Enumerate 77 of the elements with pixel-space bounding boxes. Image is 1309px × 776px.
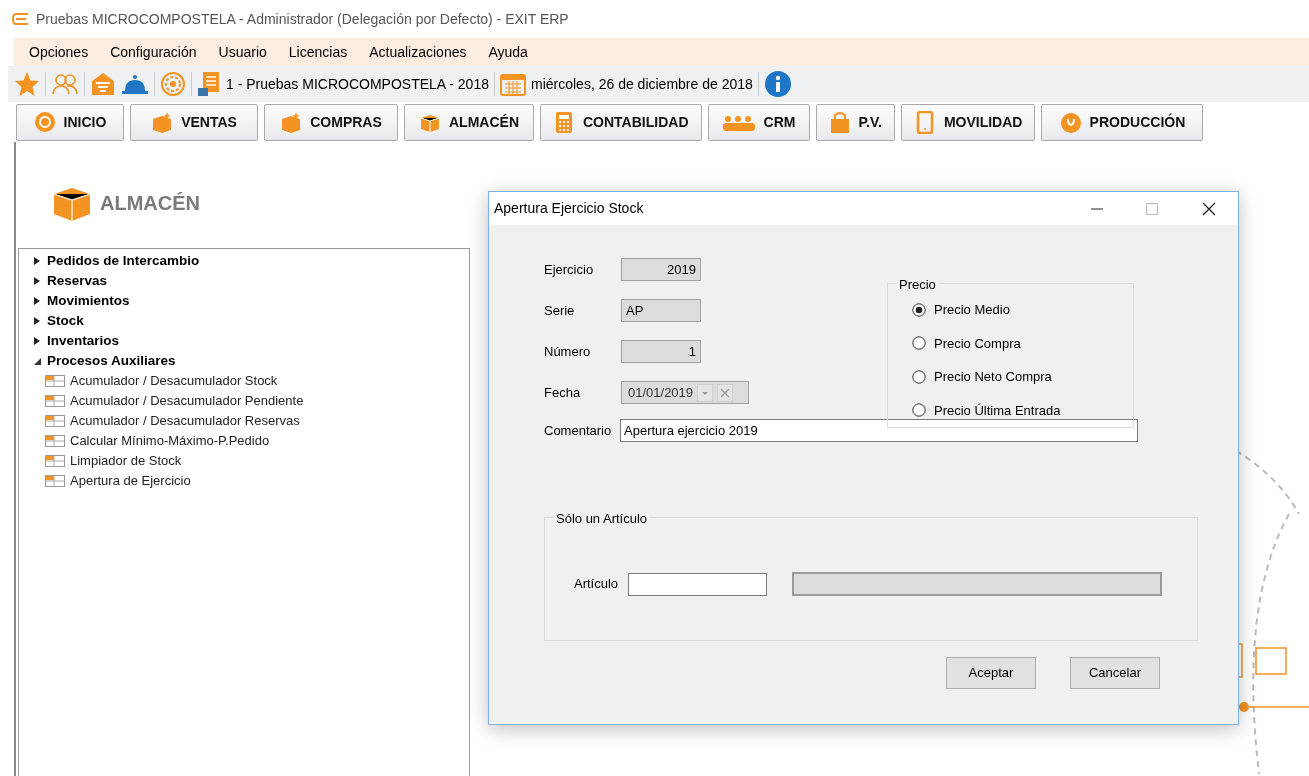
- field-label: Ejercicio: [544, 260, 595, 279]
- field-label: Serie: [544, 301, 576, 320]
- form-icon: [45, 375, 65, 387]
- readonly-field[interactable]: 1: [621, 340, 701, 363]
- radio-label[interactable]: Precio Neto Compra: [934, 367, 1052, 387]
- form-icon: [45, 415, 65, 427]
- close-icon[interactable]: [1202, 201, 1216, 216]
- readonly-field[interactable]: AP: [621, 299, 701, 322]
- module-button[interactable]: PRODUCCIÓN: [1041, 104, 1204, 141]
- date-value: 01/01/2019: [628, 383, 694, 402]
- expand-arrow-icon[interactable]: [33, 336, 42, 346]
- menu-item[interactable]: Opciones: [18, 41, 100, 63]
- radio-label[interactable]: Precio Compra: [934, 333, 1021, 353]
- expand-arrow-icon[interactable]: [33, 276, 42, 286]
- tree-item[interactable]: Acumulador / Desacumulador Stock: [70, 371, 278, 391]
- menu-item[interactable]: Actualizaciones: [358, 41, 478, 63]
- menu-item[interactable]: Configuración: [99, 41, 208, 63]
- field-label: Artículo: [574, 575, 619, 594]
- tree-item[interactable]: Inventarios: [47, 330, 120, 352]
- module-button[interactable]: MOVILIDAD: [900, 104, 1036, 141]
- star-icon[interactable]: [14, 71, 40, 97]
- dialog-title: Apertura Ejercicio Stock: [494, 199, 645, 218]
- app-logo-icon: [12, 12, 30, 26]
- radio-button[interactable]: [912, 302, 926, 317]
- tree-item[interactable]: Acumulador / Desacumulador Reservas: [70, 411, 300, 431]
- form-icon: [45, 395, 65, 407]
- dialog-button[interactable]: Cancelar: [1070, 657, 1160, 689]
- bag-icon: [828, 111, 851, 134]
- expand-arrow-icon[interactable]: [33, 256, 42, 266]
- calculator-icon: [553, 111, 575, 134]
- comment-field[interactable]: Apertura ejercicio 2019: [620, 419, 1138, 442]
- tree-item[interactable]: Acumulador / Desacumulador Pendiente: [70, 391, 304, 411]
- company-label: 1 - Pruebas MICROCOMPOSTELA - 2018: [226, 74, 489, 94]
- radio-button[interactable]: [912, 369, 926, 384]
- section-title: ALMACÉN: [100, 191, 200, 216]
- expand-arrow-icon[interactable]: [33, 296, 42, 306]
- module-button[interactable]: CRM: [707, 104, 810, 141]
- window-title: Pruebas MICROCOMPOSTELA - Administrador (Delegación por Defecto) - EXIT ERP: [36, 9, 569, 29]
- tree-item[interactable]: Reservas: [47, 270, 108, 292]
- module-button[interactable]: VENTAS: [130, 104, 258, 141]
- module-button[interactable]: P.V.: [815, 104, 895, 141]
- tree-item[interactable]: Pedidos de Intercambio: [47, 250, 200, 272]
- form-icon: [45, 475, 65, 487]
- envelope-icon[interactable]: [90, 71, 116, 97]
- info-icon[interactable]: [763, 70, 792, 98]
- module-button[interactable]: CONTABILIDAD: [540, 104, 702, 141]
- box-icon: [151, 111, 174, 134]
- radio-button[interactable]: [912, 336, 926, 351]
- field-label: Fecha: [544, 383, 582, 402]
- module-button[interactable]: INICIO: [16, 104, 124, 141]
- tree-item[interactable]: Stock: [47, 310, 84, 332]
- date-label: miércoles, 26 de diciembre de 2018: [531, 74, 753, 94]
- field-label: Comentario: [544, 421, 613, 440]
- tree-item[interactable]: Calcular Mínimo-Máximo-P.Pedido: [70, 431, 270, 451]
- module-button[interactable]: COMPRAS: [264, 104, 398, 141]
- tree-item[interactable]: Apertura de Ejercicio: [70, 471, 191, 491]
- menu-item[interactable]: Ayuda: [477, 41, 539, 63]
- radio-button[interactable]: [912, 403, 926, 418]
- module-button[interactable]: ALMACÉN: [404, 104, 534, 141]
- article-field[interactable]: [628, 572, 768, 596]
- readonly-field[interactable]: 2019: [621, 258, 701, 281]
- menu-item[interactable]: Usuario: [207, 41, 278, 63]
- dialog-button[interactable]: Aceptar: [946, 657, 1036, 689]
- tree-item[interactable]: Limpiador de Stock: [70, 451, 182, 471]
- radio-label[interactable]: Precio Medio: [934, 300, 1010, 320]
- radio-label[interactable]: Precio Última Entrada: [934, 400, 1061, 420]
- tree-item[interactable]: Movimientos: [47, 290, 130, 312]
- expand-arrow-icon[interactable]: [33, 316, 42, 326]
- document-stack-icon[interactable]: [197, 71, 221, 97]
- tree-item[interactable]: Procesos Auxiliares: [47, 350, 176, 372]
- menu-item[interactable]: Licencias: [277, 41, 359, 63]
- bell-icon[interactable]: [121, 72, 149, 96]
- collapse-arrow-icon[interactable]: [33, 356, 42, 366]
- form-icon: [45, 455, 65, 467]
- box-icon: [280, 111, 303, 134]
- form-icon: [45, 435, 65, 447]
- field-label: Número: [544, 342, 592, 361]
